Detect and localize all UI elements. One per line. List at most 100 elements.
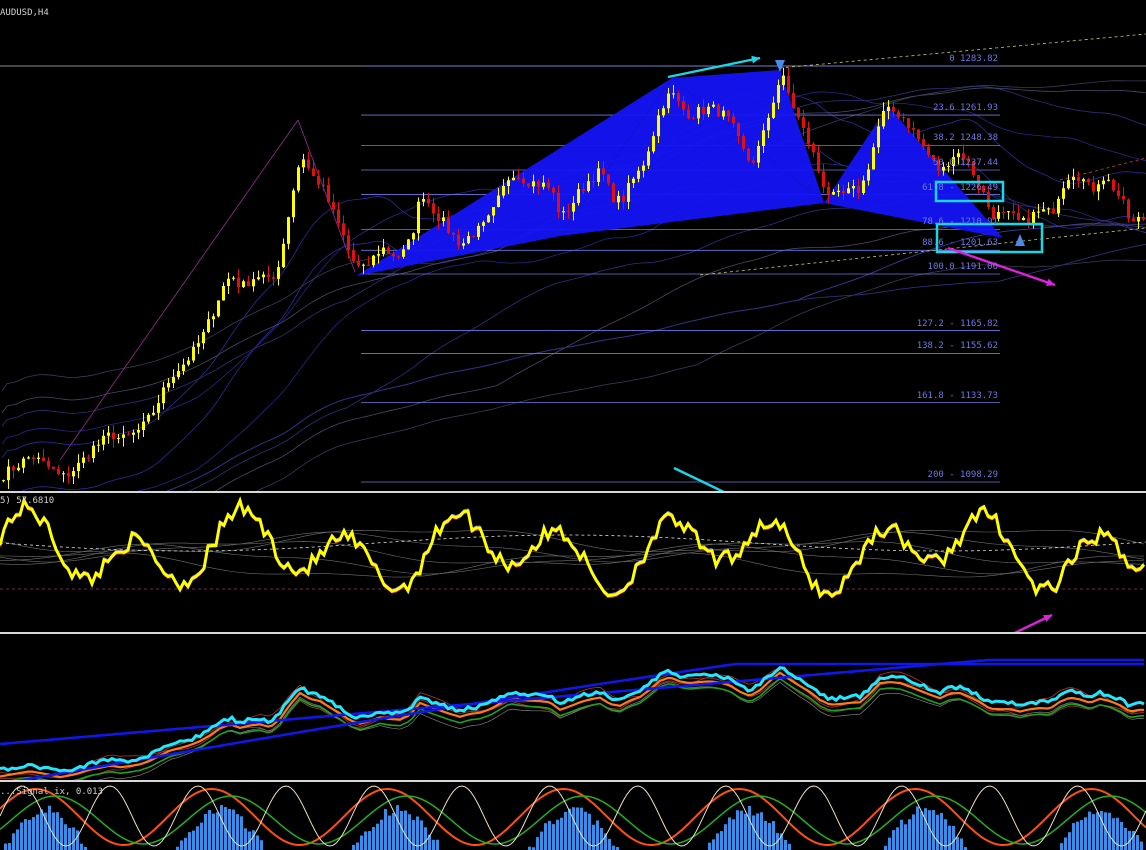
- histogram-bar: [924, 808, 927, 850]
- candle-body: [77, 462, 80, 472]
- histogram-bar: [424, 827, 427, 850]
- candle-body: [27, 457, 30, 459]
- candle-body: [852, 186, 855, 189]
- histogram-bar: [736, 810, 739, 850]
- candle-body: [67, 473, 70, 477]
- oscillator-label: ...Signal ix, 0.013: [0, 787, 103, 797]
- candle-body: [922, 139, 925, 147]
- candle-body: [542, 182, 545, 187]
- histogram-bar: [52, 812, 55, 850]
- candle-body: [272, 277, 275, 279]
- candle-body: [722, 110, 725, 117]
- candle-body: [312, 168, 315, 176]
- candle-body: [572, 202, 575, 212]
- candle-body: [497, 195, 500, 208]
- histogram-bar: [220, 805, 223, 850]
- histogram-bar: [228, 808, 231, 850]
- candle-body: [512, 177, 515, 181]
- candle-body: [1102, 180, 1105, 185]
- candle-body: [797, 108, 800, 118]
- candle-body: [232, 277, 235, 279]
- histogram-bar: [580, 807, 583, 850]
- candle-body: [887, 106, 890, 111]
- histogram-bar: [1092, 814, 1095, 850]
- candle-body: [297, 167, 300, 191]
- candle-body: [37, 457, 40, 460]
- histogram-bar: [608, 838, 611, 850]
- candle-body: [462, 243, 465, 246]
- candle-body: [692, 118, 695, 120]
- candle-body: [1112, 179, 1115, 191]
- candle-body: [367, 264, 370, 266]
- candle-body: [1067, 180, 1070, 189]
- candle-body: [877, 126, 880, 148]
- candle-body: [602, 168, 605, 175]
- histogram-bar: [540, 831, 543, 850]
- candle-body: [727, 110, 730, 117]
- candle-body: [897, 111, 900, 118]
- histogram-bar: [1088, 811, 1091, 850]
- histogram-bar: [404, 810, 407, 850]
- candle-body: [632, 178, 635, 183]
- histogram-bar: [72, 827, 75, 850]
- rsi-indicator-pane[interactable]: 5) 57.6810: [0, 493, 1146, 632]
- histogram-bar: [1080, 820, 1083, 850]
- candle-body: [447, 217, 450, 233]
- candle-body: [22, 458, 25, 468]
- histogram-bar: [184, 837, 187, 850]
- candle-body: [382, 247, 385, 255]
- candle-body: [752, 160, 755, 163]
- histogram-bar: [528, 846, 531, 850]
- candle-body: [662, 108, 665, 116]
- histogram-bar: [920, 811, 923, 850]
- histogram-bar: [256, 835, 259, 850]
- candle-body: [392, 253, 395, 257]
- histogram-bar: [200, 822, 203, 850]
- trendline-dotted: [699, 227, 1146, 276]
- candle-body: [2, 480, 5, 482]
- candle-body: [502, 185, 505, 196]
- candle-body: [1002, 212, 1005, 214]
- histogram-bar: [20, 822, 23, 850]
- candle-body: [277, 267, 280, 279]
- candle-body: [547, 182, 550, 188]
- histogram-bar: [32, 817, 35, 850]
- candle-body: [672, 93, 675, 95]
- fractal-arrow-marker: [1015, 234, 1025, 246]
- candle-body: [222, 286, 225, 301]
- histogram-bar: [612, 845, 615, 850]
- candle-body: [642, 165, 645, 171]
- fib-level-label: 78.6 - 1210.91: [922, 217, 998, 228]
- candle-body: [747, 148, 750, 161]
- candle-body: [1142, 217, 1145, 220]
- candle-body: [307, 159, 310, 169]
- oscillator-pane[interactable]: ...Signal ix, 0.013: [0, 782, 1146, 850]
- price-chart-pane[interactable]: AUDUSD,H4 0 1283.82 23.6 1261.93 38.2 1248…: [0, 0, 1146, 491]
- candle-body: [457, 234, 460, 246]
- histogram-bar: [1140, 841, 1143, 850]
- candle-body: [107, 432, 110, 436]
- candle-body: [742, 136, 745, 149]
- histogram-bar: [900, 819, 903, 850]
- histogram-bar: [372, 827, 375, 850]
- candle-body: [802, 117, 805, 128]
- candle-body: [117, 437, 120, 439]
- candle-body: [377, 254, 380, 256]
- candle-body: [482, 222, 485, 226]
- histogram-bar: [1096, 812, 1099, 850]
- candle-body: [327, 184, 330, 203]
- histogram-bar: [244, 828, 247, 850]
- magenta-divergence-arrow: [1013, 613, 1053, 632]
- candle-body: [372, 255, 375, 266]
- candle-body: [1117, 190, 1120, 196]
- candle-body: [1072, 176, 1075, 181]
- candle-body: [427, 199, 430, 204]
- candle-body: [732, 116, 735, 124]
- candle-body: [452, 232, 455, 235]
- candle-body: [532, 181, 535, 187]
- candle-body: [507, 180, 510, 186]
- fib-level-label: 100.0 1191.06: [927, 261, 998, 272]
- histogram-bar: [552, 824, 555, 850]
- moving-average-pane[interactable]: [0, 634, 1146, 780]
- histogram-bar: [756, 813, 759, 850]
